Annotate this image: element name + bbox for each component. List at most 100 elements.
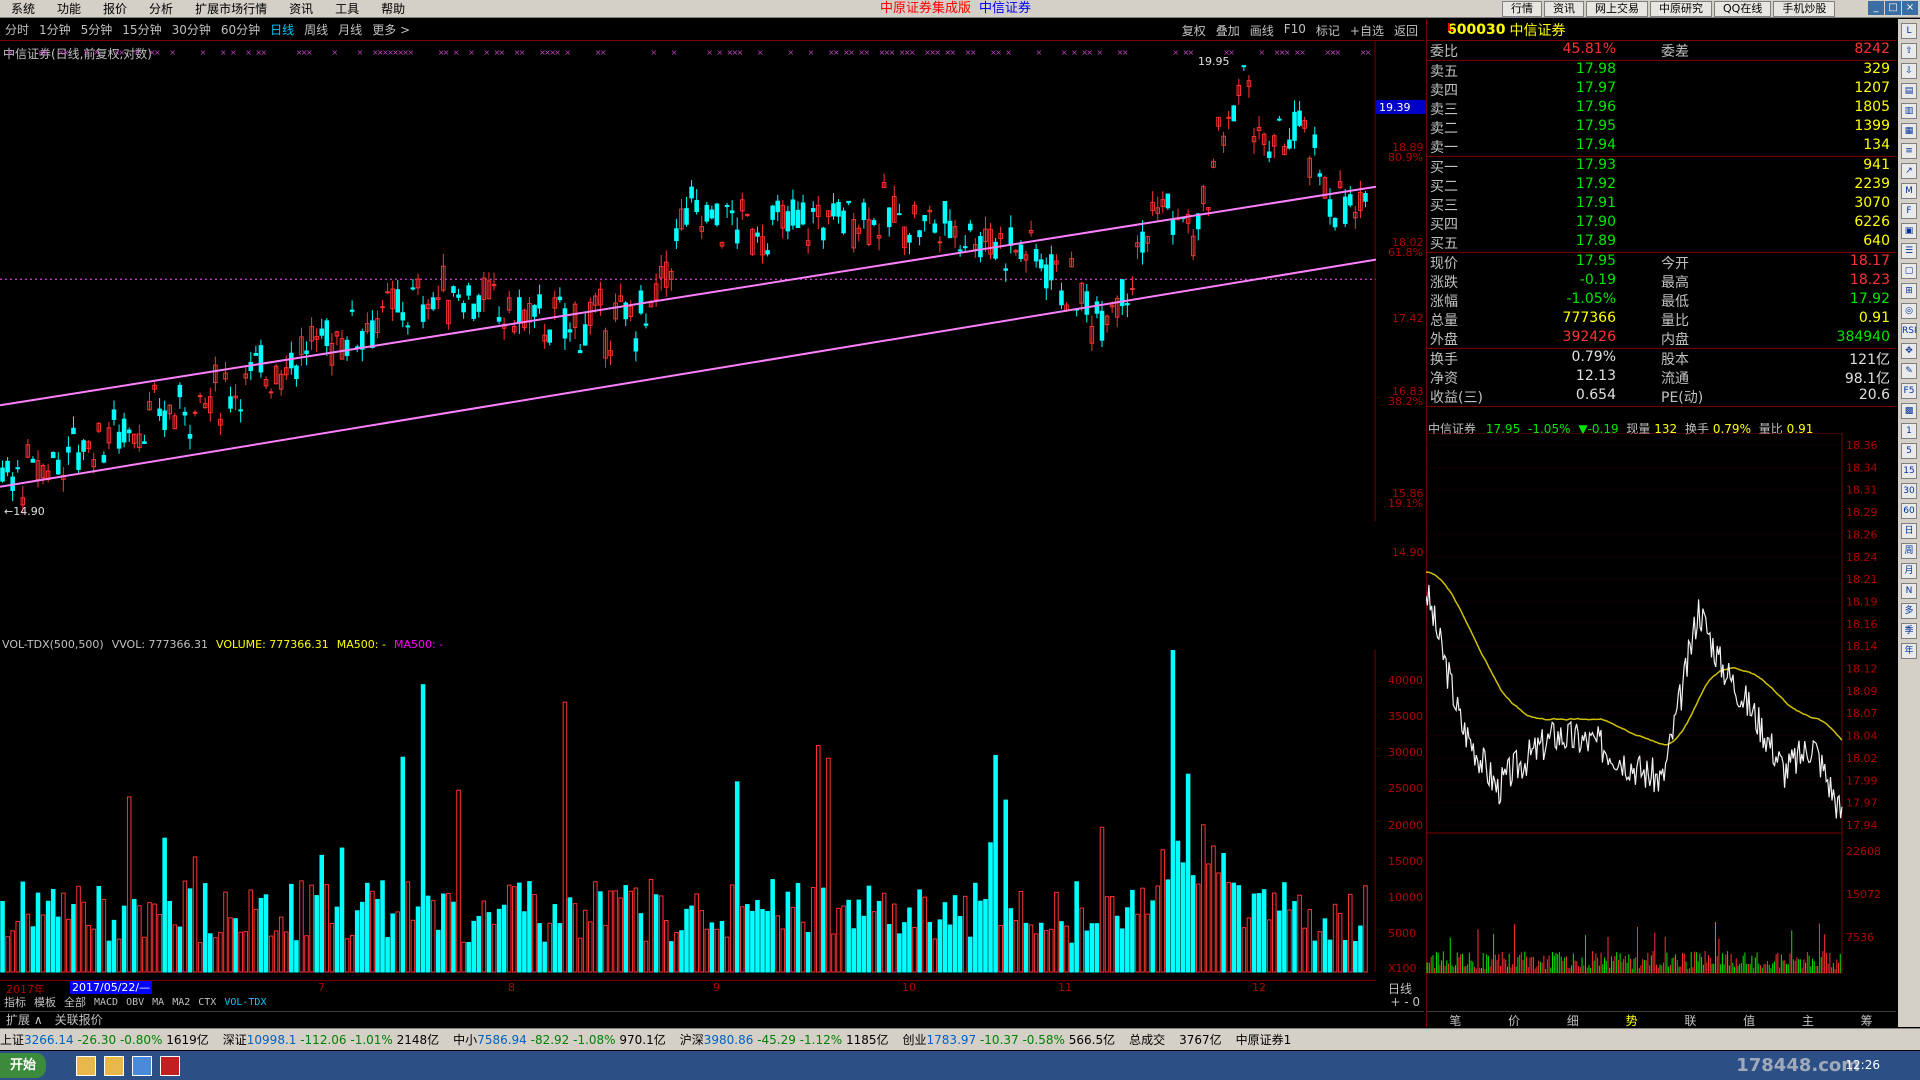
tool-icon-2[interactable]: ⇩ <box>1901 63 1917 79</box>
tool-icon-26[interactable]: 周 <box>1901 543 1917 559</box>
tool-icon-30[interactable]: 季 <box>1901 623 1917 639</box>
panel-tab-4[interactable]: 联 <box>1684 1012 1696 1028</box>
tool-icon-22[interactable]: 15 <box>1901 463 1917 479</box>
tool-icon-18[interactable]: F5 <box>1901 383 1917 399</box>
tool-icon-17[interactable]: ✎ <box>1901 363 1917 379</box>
period-tab-0[interactable]: 分时 <box>0 21 34 38</box>
indicator-tab-3[interactable]: MACD <box>90 997 122 1008</box>
zoom-controls[interactable]: + - 0 <box>1376 995 1424 1009</box>
tool-icon-9[interactable]: F <box>1901 203 1917 219</box>
chart-tool-5[interactable]: +自选 <box>1350 22 1384 39</box>
indicator-tab-4[interactable]: OBV <box>122 997 148 1008</box>
tool-icon-6[interactable]: ≡ <box>1901 143 1917 159</box>
tool-icon-3[interactable]: ▤ <box>1901 83 1917 99</box>
ext-tab-0[interactable]: 扩展 ∧ <box>0 1011 49 1028</box>
tool-icon-25[interactable]: 日 <box>1901 523 1917 539</box>
period-tab-9[interactable]: 更多 > <box>367 21 415 38</box>
tool-icon-12[interactable]: ▢ <box>1901 263 1917 279</box>
app-icon[interactable] <box>104 1055 125 1076</box>
panel-tab-0[interactable]: 笔 <box>1449 1012 1461 1028</box>
period-tab-8[interactable]: 月线 <box>333 21 367 38</box>
tool-icon-29[interactable]: 多 <box>1901 603 1917 619</box>
tool-icon-19[interactable]: ▩ <box>1901 403 1917 419</box>
menu-item-6[interactable]: 工具 <box>324 0 370 18</box>
menu-item-4[interactable]: 扩展市场行情 <box>184 0 278 18</box>
index-0[interactable]: 上证3266.14 -26.30 -0.80% 1619亿 <box>0 1031 209 1048</box>
tool-icon-28[interactable]: N <box>1901 583 1917 599</box>
tool-icon-7[interactable]: ↗ <box>1901 163 1917 179</box>
trading-app-icon[interactable] <box>160 1055 181 1076</box>
tool-icon-24[interactable]: 60 <box>1901 503 1917 519</box>
panel-tab-6[interactable]: 主 <box>1802 1012 1814 1028</box>
tool-icon-0[interactable]: L <box>1901 23 1917 39</box>
chart-tool-1[interactable]: 叠加 <box>1216 22 1240 39</box>
tool-icon-10[interactable]: ▣ <box>1901 223 1917 239</box>
menu-item-5[interactable]: 资讯 <box>278 0 324 18</box>
tool-icon-4[interactable]: ▥ <box>1901 103 1917 119</box>
top-button-3[interactable]: 中原研究 <box>1650 1 1712 17</box>
period-tab-3[interactable]: 15分钟 <box>117 21 166 38</box>
kline-chart[interactable]: × ×× ×× × × ×× × ×× × × × × × ×× ××× × × ×××××××× ×× × × × ×× ×… <box>0 41 1376 521</box>
period-tab-4[interactable]: 30分钟 <box>167 21 216 38</box>
tool-icon-23[interactable]: 30 <box>1901 483 1917 499</box>
maximize-icon[interactable]: □ <box>1885 1 1901 15</box>
start-button[interactable]: 开始 <box>0 1053 47 1078</box>
panel-tab-3[interactable]: 势 <box>1626 1012 1638 1028</box>
folder-icon[interactable] <box>76 1055 97 1076</box>
index-2[interactable]: 中小7586.94 -82.92 -1.08% 970.1亿 <box>453 1031 666 1048</box>
chart-tool-2[interactable]: 画线 <box>1250 22 1274 39</box>
tool-icon-21[interactable]: 5 <box>1901 443 1917 459</box>
browser-icon[interactable] <box>132 1055 153 1076</box>
tool-icon-1[interactable]: ⇧ <box>1901 43 1917 59</box>
panel-tab-7[interactable]: 筹 <box>1861 1012 1873 1028</box>
tool-icon-11[interactable]: ☰ <box>1901 243 1917 259</box>
indicator-tab-6[interactable]: MA2 <box>168 997 194 1008</box>
tool-icon-13[interactable]: ⊞ <box>1901 283 1917 299</box>
tool-icon-14[interactable]: ◎ <box>1901 303 1917 319</box>
tool-icon-8[interactable]: M <box>1901 183 1917 199</box>
period-tab-7[interactable]: 周线 <box>299 21 333 38</box>
tool-icon-16[interactable]: ✥ <box>1901 343 1917 359</box>
menu-item-3[interactable]: 分析 <box>138 0 184 18</box>
minimize-icon[interactable]: _ <box>1868 1 1884 15</box>
top-button-5[interactable]: 手机炒股 <box>1773 1 1836 17</box>
period-tab-2[interactable]: 5分钟 <box>76 21 118 38</box>
top-button-0[interactable]: 行情 <box>1502 1 1542 17</box>
index-1[interactable]: 深证10998.1 -112.06 -1.01% 2148亿 <box>223 1031 439 1048</box>
tool-icon-31[interactable]: 年 <box>1901 643 1917 659</box>
chart-tool-3[interactable]: F10 <box>1284 22 1306 39</box>
chart-tool-0[interactable]: 复权 <box>1182 22 1206 39</box>
menu-item-1[interactable]: 功能 <box>46 0 92 18</box>
volume-bar-down <box>638 913 644 973</box>
close-icon[interactable]: × <box>1902 1 1918 15</box>
chart-tool-6[interactable]: 返回 <box>1394 22 1418 39</box>
tool-icon-5[interactable]: ▦ <box>1901 123 1917 139</box>
menu-item-0[interactable]: 系统 <box>0 0 46 18</box>
top-button-1[interactable]: 资讯 <box>1544 1 1584 17</box>
tool-icon-20[interactable]: 1 <box>1901 423 1917 439</box>
tool-icon-27[interactable]: 月 <box>1901 563 1917 579</box>
menu-item-7[interactable]: 帮助 <box>370 0 416 18</box>
tool-icon-15[interactable]: RSI <box>1901 323 1917 339</box>
panel-tab-1[interactable]: 价 <box>1508 1012 1520 1028</box>
indicator-tab-8[interactable]: VOL-TDX <box>220 997 270 1008</box>
indicator-tab-2[interactable]: 全部 <box>60 994 90 1010</box>
indicator-tab-7[interactable]: CTX <box>194 997 220 1008</box>
panel-tab-5[interactable]: 值 <box>1743 1012 1755 1028</box>
menu-item-2[interactable]: 报价 <box>92 0 138 18</box>
indicator-tab-0[interactable]: 指标 <box>0 994 30 1010</box>
intraday-chart[interactable]: 18.36 18.34 18.31 18.29 18.26 18.24 18.21 18.19… <box>1426 433 1896 1011</box>
chart-tool-4[interactable]: 标记 <box>1316 22 1340 39</box>
index-4[interactable]: 创业1783.97 -10.37 -0.58% 566.5亿 <box>903 1031 1116 1048</box>
period-tab-1[interactable]: 1分钟 <box>34 21 76 38</box>
period-tab-6[interactable]: 日线 <box>265 21 299 38</box>
index-3[interactable]: 沪深3980.86 -45.29 -1.12% 1185亿 <box>680 1031 889 1048</box>
indicator-tab-5[interactable]: MA <box>148 997 168 1008</box>
top-button-2[interactable]: 网上交易 <box>1586 1 1648 17</box>
period-tab-5[interactable]: 60分钟 <box>216 21 265 38</box>
top-button-4[interactable]: QQ在线 <box>1714 1 1772 17</box>
volume-chart[interactable] <box>0 650 1376 980</box>
indicator-tab-1[interactable]: 模板 <box>30 994 60 1010</box>
panel-tab-2[interactable]: 细 <box>1567 1012 1579 1028</box>
ext-tab-1[interactable]: 关联报价 <box>49 1011 109 1028</box>
